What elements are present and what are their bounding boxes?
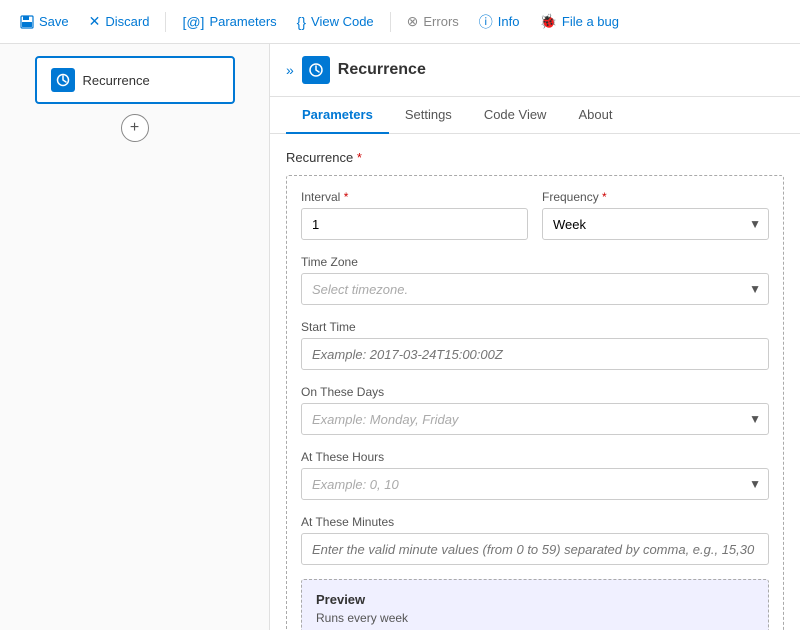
frequency-field: Frequency * Week Second Minute Hour Day … xyxy=(542,190,769,240)
at-these-hours-field: At These Hours Example: 0, 10 ▼ xyxy=(301,449,769,500)
interval-field: Interval * xyxy=(301,190,528,240)
right-panel: » Recurrence Parameters Settings Code Vi… xyxy=(270,44,800,630)
close-icon: ✕ xyxy=(89,13,101,30)
tab-about[interactable]: About xyxy=(562,97,628,134)
recurrence-node-icon xyxy=(51,68,75,92)
add-node-button[interactable]: + xyxy=(121,114,149,142)
view-code-button[interactable]: {} View Code xyxy=(289,10,382,34)
code-icon: {} xyxy=(297,14,306,30)
interval-label: Interval * xyxy=(301,190,528,204)
on-these-days-select[interactable]: Example: Monday, Friday xyxy=(301,403,769,435)
sidebar: Recurrence + xyxy=(0,44,270,630)
file-bug-button[interactable]: 🐞 File a bug xyxy=(531,9,627,34)
at-these-hours-select[interactable]: Example: 0, 10 xyxy=(301,468,769,500)
info-icon: ⓘ xyxy=(479,12,493,32)
separator-2 xyxy=(390,12,391,32)
bug-icon: 🐞 xyxy=(539,13,556,30)
parameters-button[interactable]: [@] Parameters xyxy=(174,10,284,34)
timezone-select[interactable]: Select timezone. xyxy=(301,273,769,305)
expand-icon[interactable]: » xyxy=(286,62,294,78)
preview-box: Preview Runs every week xyxy=(301,579,769,630)
frequency-label: Frequency * xyxy=(542,190,769,204)
panel-title: Recurrence xyxy=(338,61,426,79)
at-these-minutes-field: At These Minutes xyxy=(301,514,769,565)
interval-frequency-row: Interval * Frequency * Week xyxy=(301,190,769,240)
panel-title-icon xyxy=(302,56,330,84)
tab-code-view[interactable]: Code View xyxy=(468,97,563,134)
timezone-field: Time Zone Select timezone. ▼ xyxy=(301,254,769,305)
timezone-label: Time Zone xyxy=(301,255,358,269)
interval-input[interactable] xyxy=(301,208,528,240)
recurrence-node[interactable]: Recurrence xyxy=(35,56,235,104)
info-button[interactable]: ⓘ Info xyxy=(471,8,528,36)
discard-button[interactable]: ✕ Discard xyxy=(81,9,158,34)
on-these-days-wrapper: Example: Monday, Friday ▼ xyxy=(301,403,769,435)
main-layout: Recurrence + » Recurrence Parameters Set… xyxy=(0,44,800,630)
at-these-hours-wrapper: Example: 0, 10 ▼ xyxy=(301,468,769,500)
required-star: * xyxy=(357,150,362,165)
panel-header: » Recurrence xyxy=(270,44,800,97)
on-these-days-field: On These Days Example: Monday, Friday ▼ xyxy=(301,384,769,435)
recurrence-section-label: Recurrence * xyxy=(286,150,784,165)
parameters-icon: [@] xyxy=(182,14,204,30)
start-time-label: Start Time xyxy=(301,320,356,334)
errors-button[interactable]: ⊗ Errors xyxy=(399,9,467,34)
recurrence-node-label: Recurrence xyxy=(83,73,150,88)
start-time-field: Start Time xyxy=(301,319,769,370)
save-button[interactable]: Save xyxy=(12,10,77,33)
plus-icon: + xyxy=(130,119,139,137)
timezone-select-wrapper: Select timezone. ▼ xyxy=(301,273,769,305)
separator-1 xyxy=(165,12,166,32)
tab-parameters[interactable]: Parameters xyxy=(286,97,389,134)
tabs: Parameters Settings Code View About xyxy=(270,97,800,134)
toolbar: Save ✕ Discard [@] Parameters {} View Co… xyxy=(0,0,800,44)
frequency-select-wrapper: Week Second Minute Hour Day Month ▼ xyxy=(542,208,769,240)
preview-title: Preview xyxy=(316,592,754,607)
on-these-days-label: On These Days xyxy=(301,385,384,399)
frequency-select[interactable]: Week Second Minute Hour Day Month xyxy=(542,208,769,240)
start-time-input[interactable] xyxy=(301,338,769,370)
at-these-hours-label: At These Hours xyxy=(301,450,384,464)
at-these-minutes-input[interactable] xyxy=(301,533,769,565)
save-icon xyxy=(20,15,34,29)
preview-text: Runs every week xyxy=(316,611,754,625)
recurrence-form-border: Interval * Frequency * Week xyxy=(286,175,784,630)
at-these-minutes-label: At These Minutes xyxy=(301,515,394,529)
panel-content: Recurrence * Interval * Frequ xyxy=(270,134,800,630)
tab-settings[interactable]: Settings xyxy=(389,97,468,134)
error-icon: ⊗ xyxy=(407,13,419,30)
